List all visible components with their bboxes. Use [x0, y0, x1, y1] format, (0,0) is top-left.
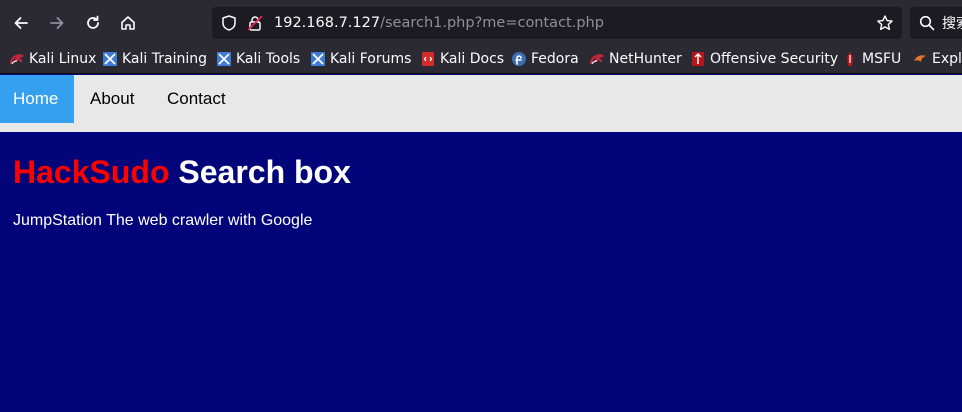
bookmark-fedora[interactable]: Fedora — [511, 49, 579, 69]
bookmark-exploit-db[interactable]: Explo — [912, 49, 962, 69]
kali-training-icon — [103, 52, 117, 66]
bookmark-kali-linux[interactable]: Kali Linux — [9, 49, 96, 69]
kali-docs-icon — [422, 52, 434, 66]
exploit-db-icon — [914, 55, 926, 62]
url-text[interactable]: 192.168.7.127/search1.php?me=contact.php — [274, 13, 604, 33]
bookmark-offensive-security[interactable]: Offensive Security — [690, 49, 838, 69]
bookmark-msfu[interactable]: MSFU — [842, 49, 901, 69]
kali-dragon-icon — [9, 54, 24, 65]
bookmark-label: Kali Linux — [29, 51, 97, 67]
home-icon — [121, 16, 135, 30]
bookmark-label: NetHunter — [609, 51, 682, 67]
bookmark-label: Offensive Security — [710, 51, 839, 67]
brand-name: HackSudo — [13, 154, 170, 190]
title-rest: Search box — [169, 154, 351, 190]
reload-button[interactable] — [78, 8, 108, 38]
bookmark-kali-tools[interactable]: Kali Tools — [216, 49, 300, 69]
bookmark-nethunter[interactable]: NetHunter — [589, 49, 682, 69]
bookmarks-bar: Kali Linux Kali Training Kali Tools Kali… — [0, 44, 962, 74]
bookmark-star-icon[interactable] — [876, 14, 894, 32]
offsec-icon — [692, 52, 704, 66]
url-path: /search1.php?me=contact.php — [380, 15, 604, 31]
bookmark-label: Explo — [932, 51, 962, 67]
bookmark-label: Kali Docs — [440, 51, 505, 67]
nav-home-link[interactable]: Home — [0, 75, 74, 123]
bookmark-kali-forums[interactable]: Kali Forums — [310, 49, 411, 69]
kali-tools-icon — [217, 52, 231, 66]
bookmark-label: Kali Tools — [236, 51, 301, 67]
url-bar[interactable]: 192.168.7.127/search1.php?me=contact.php — [212, 7, 902, 39]
bookmark-kali-docs[interactable]: Kali Docs — [420, 49, 504, 69]
nav-about-link[interactable]: About — [74, 75, 150, 123]
msfu-icon — [847, 52, 853, 66]
insecure-lock-icon[interactable] — [246, 14, 264, 32]
fedora-icon — [512, 52, 526, 66]
home-button[interactable] — [113, 8, 143, 38]
bookmark-label: Kali Forums — [330, 51, 412, 67]
tracking-shield-icon[interactable] — [220, 14, 238, 32]
bookmark-label: MSFU — [862, 51, 902, 67]
back-arrow-icon — [14, 17, 28, 29]
back-button[interactable] — [6, 8, 36, 38]
bookmark-kali-training[interactable]: Kali Training — [102, 49, 207, 69]
nethunter-icon — [589, 54, 604, 65]
forward-arrow-icon — [50, 17, 64, 29]
browser-toolbar: 192.168.7.127/search1.php?me=contact.php… — [0, 0, 962, 44]
site-topnav: Home About Contact — [0, 75, 962, 132]
main-content: HackSudo Search box JumpStation The web … — [0, 132, 962, 412]
bookmark-label: Fedora — [531, 51, 579, 67]
url-host: 192.168.7.127 — [274, 15, 381, 31]
page-title: HackSudo Search box — [13, 152, 351, 192]
forward-button[interactable] — [42, 8, 72, 38]
reload-icon — [87, 15, 99, 29]
nav-contact-link[interactable]: Contact — [150, 75, 240, 123]
search-icon — [919, 15, 935, 31]
search-box[interactable]: 搜索 — [910, 7, 962, 39]
search-placeholder: 搜索 — [942, 16, 962, 32]
page-subtitle: JumpStation The web crawler with Google — [13, 212, 313, 229]
bookmark-label: Kali Training — [122, 51, 207, 67]
kali-forums-icon — [311, 52, 325, 66]
